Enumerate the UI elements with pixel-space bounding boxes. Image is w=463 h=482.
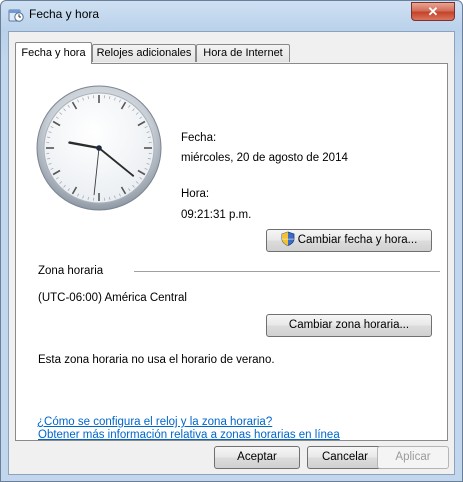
change-timezone-label: Cambiar zona horaria...: [288, 319, 410, 331]
timezone-heading: Zona horaria: [38, 265, 104, 277]
current-timezone: (UTC-06:00) América Central: [38, 292, 187, 304]
change-timezone-button[interactable]: Cambiar zona horaria...: [266, 314, 432, 337]
date-time-dialog: Fecha y hora ✕ Fecha y hora Relojes adic…: [0, 0, 463, 482]
cancel-label: Cancelar: [321, 451, 369, 463]
time-value: 09:21:31 p.m.: [181, 209, 252, 221]
tab-relojes-adicionales[interactable]: Relojes adicionales: [92, 44, 196, 62]
tab-label: Fecha y hora: [21, 47, 86, 59]
tab-hora-de-internet[interactable]: Hora de Internet: [196, 44, 290, 62]
timezone-divider: [134, 271, 440, 272]
how-to-link[interactable]: ¿Cómo se configura el reloj y la zona ho…: [37, 416, 272, 428]
tab-panel-fecha-y-hora: Fecha: miércoles, 20 de agosto de 2014 H…: [15, 63, 448, 441]
apply-button[interactable]: Aplicar: [377, 446, 449, 469]
change-date-time-label: Cambiar fecha y hora...: [297, 234, 418, 246]
close-icon: ✕: [427, 4, 439, 19]
tab-label: Relojes adicionales: [96, 47, 192, 59]
accept-button[interactable]: Aceptar: [214, 446, 300, 469]
apply-label: Aplicar: [395, 451, 431, 463]
tab-label: Hora de Internet: [203, 47, 283, 59]
tab-fecha-y-hora[interactable]: Fecha y hora: [15, 42, 92, 64]
date-label: Fecha:: [181, 132, 217, 144]
change-date-time-button[interactable]: Cambiar fecha y hora...: [266, 229, 432, 252]
clock-center-pin: [96, 145, 102, 151]
title-bar: Fecha y hora ✕: [1, 1, 462, 29]
dst-note: Esta zona horaria no usa el horario de v…: [38, 354, 275, 366]
clock-window-icon: [8, 9, 24, 22]
uac-shield-icon: [281, 231, 295, 246]
date-value: miércoles, 20 de agosto de 2014: [181, 152, 348, 164]
more-info-link[interactable]: Obtener más información relativa a zonas…: [38, 429, 340, 441]
accept-label: Aceptar: [237, 451, 277, 463]
time-label: Hora:: [181, 188, 210, 200]
window-title: Fecha y hora: [29, 7, 100, 21]
analog-clock: [36, 85, 162, 211]
dialog-client-area: Fecha y hora Relojes adicionales Hora de…: [8, 31, 455, 475]
close-button[interactable]: ✕: [411, 2, 455, 21]
cancel-button[interactable]: Cancelar: [307, 446, 383, 469]
